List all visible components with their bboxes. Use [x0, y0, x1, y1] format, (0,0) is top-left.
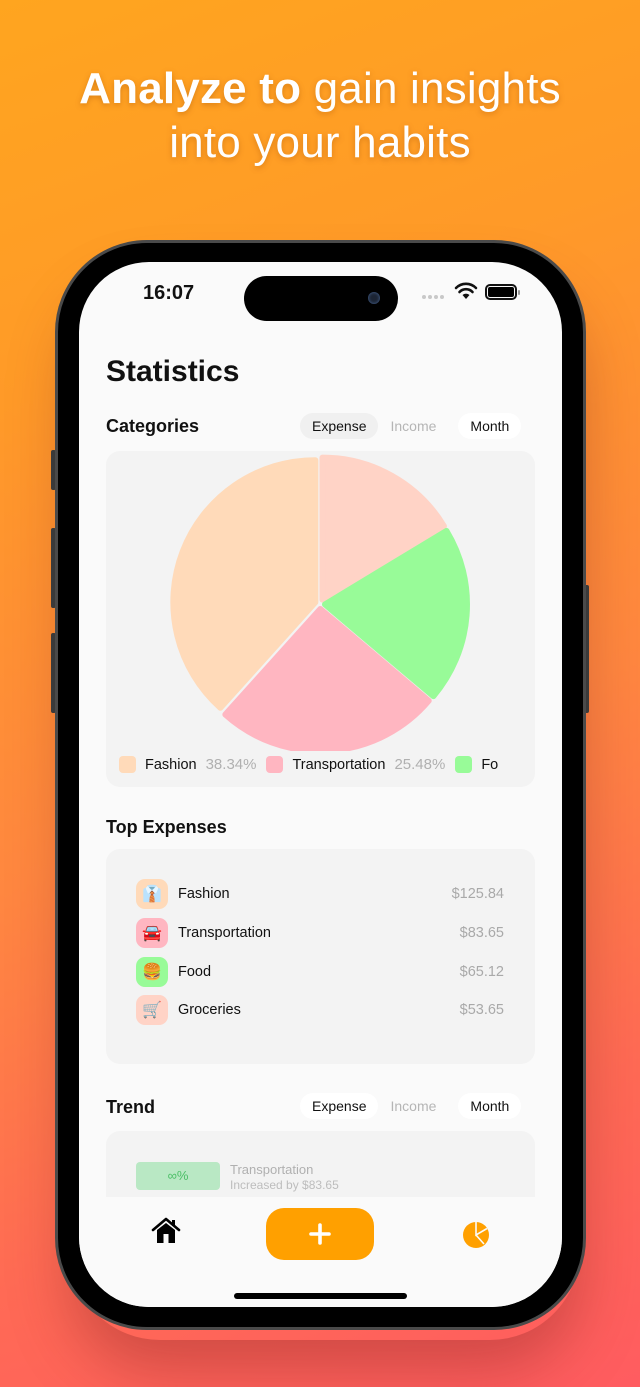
expense-row-transportation[interactable]: 🚘 Transportation $83.65 — [136, 917, 504, 949]
expense-row-groceries[interactable]: 🛒 Groceries $53.65 — [136, 994, 504, 1026]
trend-period-selector[interactable]: Month — [458, 1093, 522, 1119]
expense-amount: $65.12 — [459, 964, 504, 980]
trend-title: Trend — [106, 1097, 156, 1117]
trend-category: Transportation — [230, 1162, 314, 1177]
shopping-cart-icon: 🛒 — [136, 995, 168, 1025]
categories-income-tab[interactable]: Income — [378, 413, 448, 439]
legend-label-transportation: Transportation — [292, 756, 386, 773]
expense-name: Fashion — [178, 886, 230, 902]
trend-income-tab[interactable]: Income — [378, 1093, 448, 1119]
trend-type-segment: Expense Income Month — [300, 1092, 522, 1120]
categories-period-selector[interactable]: Month — [458, 413, 522, 439]
battery-icon — [485, 284, 520, 300]
trend-expense-tab[interactable]: Expense — [300, 1093, 379, 1119]
expense-amount: $53.65 — [459, 1002, 504, 1018]
shirt-tie-icon: 👔 — [136, 879, 168, 909]
legend-swatch-fashion — [119, 756, 136, 773]
tab-bar — [79, 1197, 562, 1307]
add-transaction-button[interactable] — [266, 1208, 374, 1260]
legend-swatch-food — [455, 756, 473, 773]
legend-percent-transportation: 25.48% — [394, 756, 446, 773]
expense-name: Groceries — [178, 1002, 241, 1018]
home-icon[interactable] — [151, 1217, 181, 1245]
wifi-icon — [454, 282, 478, 299]
cellular-dots-icon — [422, 295, 444, 299]
legend-label-food: Fo — [481, 756, 499, 773]
app-screen: 16:07 Statistics Categories Expense Inco… — [79, 262, 562, 1307]
top-expenses-title: Top Expenses — [106, 817, 227, 837]
headline-bold: Analyze to — [79, 64, 302, 113]
promo-headline: Analyze to gain insights into your habit… — [0, 62, 640, 170]
status-time: 16:07 — [143, 282, 195, 304]
categories-pie-chart — [170, 454, 470, 754]
chart-legend: Fashion 38.34% Transportation 25.48% Fo — [119, 756, 529, 773]
categories-expense-tab[interactable]: Expense — [300, 413, 379, 439]
trend-detail: Increased by $83.65 — [230, 1178, 339, 1192]
expense-row-food[interactable]: 🍔 Food $65.12 — [136, 956, 504, 988]
expense-name: Food — [178, 964, 212, 980]
trend-change-badge: ∞% — [136, 1162, 220, 1190]
dynamic-island — [244, 276, 398, 321]
categories-title: Categories — [106, 416, 200, 436]
expense-row-fashion[interactable]: 👔 Fashion $125.84 — [136, 878, 504, 910]
top-expenses-card: 👔 Fashion $125.84 🚘 Transportation $83.6… — [106, 849, 535, 1064]
legend-label-fashion: Fashion — [145, 756, 197, 773]
expense-amount: $83.65 — [459, 925, 504, 941]
categories-type-segment: Expense Income Month — [300, 412, 522, 440]
home-indicator — [234, 1293, 407, 1299]
plus-icon — [309, 1223, 331, 1245]
pie-chart-icon[interactable] — [462, 1221, 490, 1249]
headline-line2: into your habits — [169, 118, 471, 167]
headline-regular: gain insights — [301, 64, 561, 113]
categories-chart-card: Fashion 38.34% Transportation 25.48% Fo — [106, 451, 535, 787]
burger-icon: 🍔 — [136, 957, 168, 987]
camera-icon — [368, 292, 380, 304]
expense-name: Transportation — [178, 925, 271, 941]
expense-amount: $125.84 — [451, 886, 504, 902]
page-title: Statistics — [106, 355, 240, 388]
legend-swatch-transportation — [266, 756, 284, 773]
legend-percent-fashion: 38.34% — [205, 756, 257, 773]
car-icon: 🚘 — [136, 918, 168, 948]
